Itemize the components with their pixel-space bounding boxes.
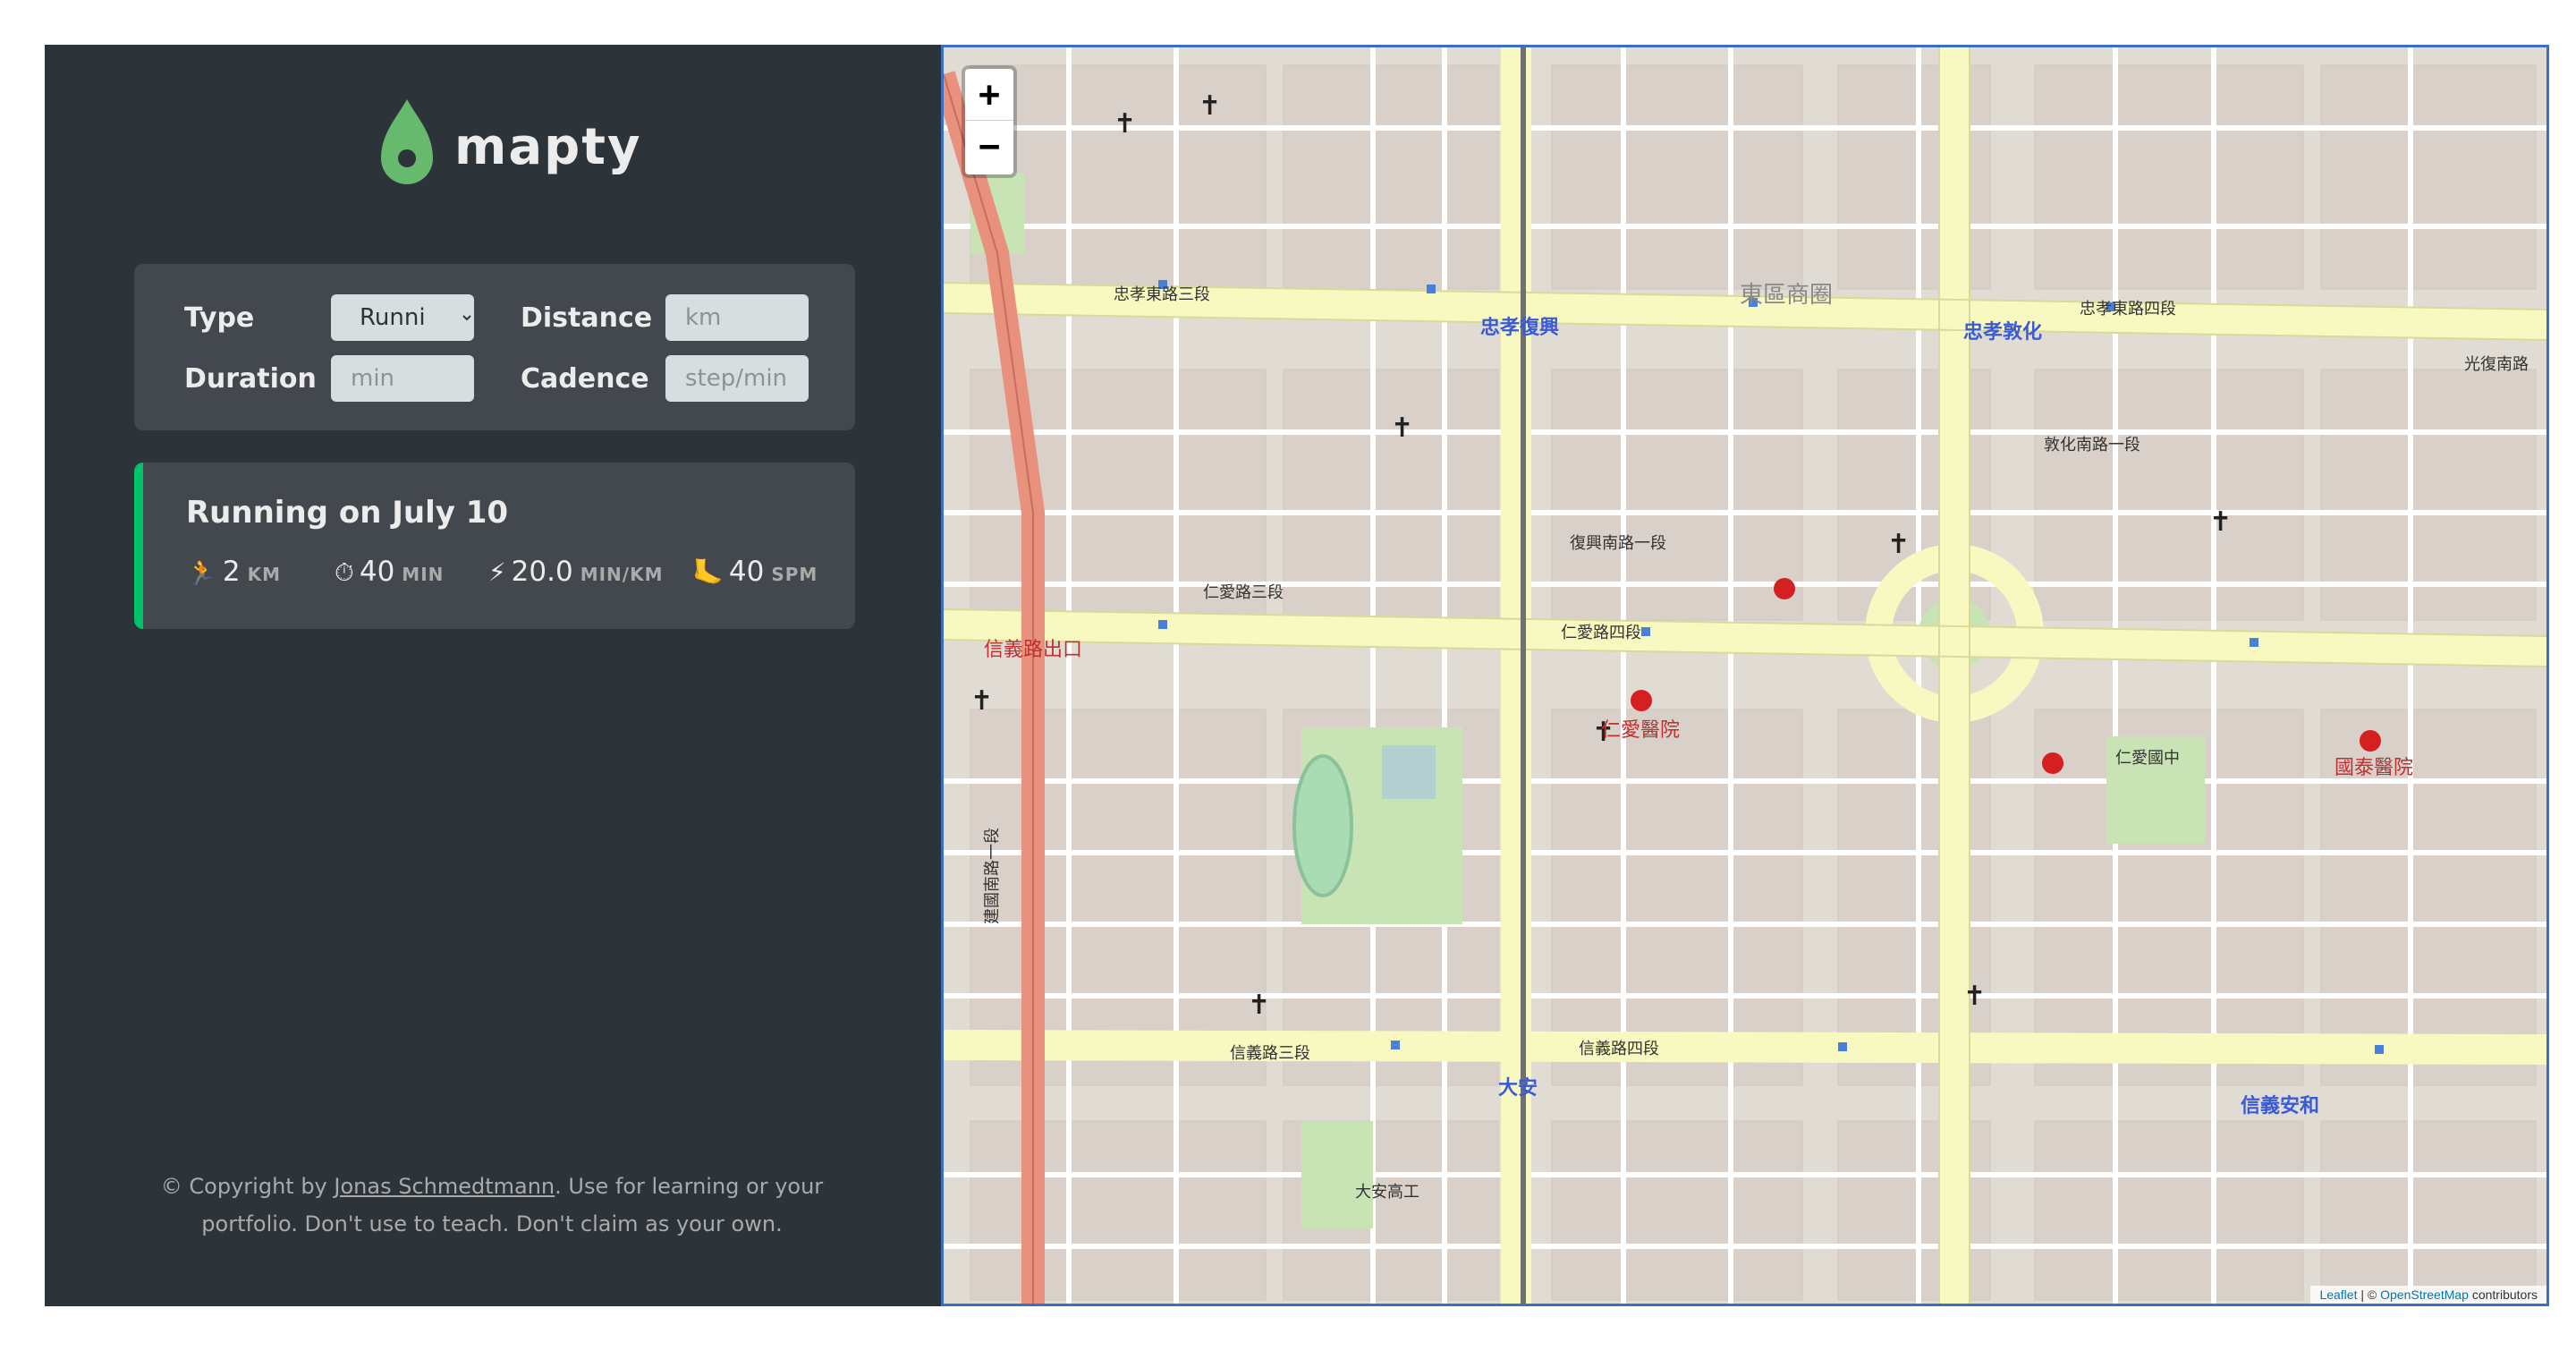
attribution-suffix: contributors — [2468, 1287, 2538, 1302]
type-label: Type — [184, 302, 255, 334]
map-tiles[interactable]: ✝✝✝ ✝✝✝ ✝✝✝ 忠孝東路三段 忠孝東路四段 仁愛路三段 仁愛路四段 信義… — [944, 47, 2546, 1304]
duration-input[interactable] — [331, 355, 474, 402]
map-label: 東區商圈 — [1740, 282, 1833, 309]
cadence-unit: SPM — [771, 564, 818, 585]
map-pin-icon — [381, 99, 433, 184]
map-label: 信義路出口 — [984, 639, 1082, 661]
map-label: 仁愛國中 — [2115, 749, 2180, 768]
app-root: mapty Type Runni Distance Duration Caden… — [45, 45, 2549, 1306]
distance-value: 2 — [222, 556, 241, 588]
duration-label: Duration — [184, 362, 317, 395]
map-label: 建國南路一段 — [983, 828, 1002, 924]
distance-unit: KM — [247, 564, 282, 585]
attribution-separator: | © — [2357, 1287, 2381, 1302]
map[interactable]: ✝ ✝ ✝ ✝ ✝ ✝ ✝ ✝ ✝ 忠孝東路三段 忠孝東路四段 仁愛路三段 仁愛路四段 信義… — [941, 45, 2549, 1306]
svg-text:✝: ✝ — [1248, 990, 1270, 1021]
map-label: 國泰醫院 — [2334, 757, 2413, 779]
map-label: 復興南路一段 — [1570, 534, 1666, 553]
workout-details: 🏃 2 KM ⏱ 40 MIN ⚡ 20.0 MIN/KM 🦶 40 SPM — [186, 556, 855, 588]
map-label: 信義安和 — [2241, 1094, 2319, 1117]
pace-unit: MIN/KM — [580, 564, 664, 585]
cadence-value: 40 — [728, 556, 765, 588]
map-label: 仁愛路四段 — [1561, 624, 1641, 642]
copyright: © Copyright by Jonas Schmedtmann. Use fo… — [152, 1168, 832, 1243]
zoom-in-button[interactable]: + — [965, 69, 1013, 121]
map-label: 光復南路 — [2464, 355, 2529, 374]
copyright-prefix: © Copyright by — [160, 1174, 335, 1199]
map-label: 忠孝東路三段 — [1114, 285, 1210, 304]
leaflet-link[interactable]: Leaflet — [2319, 1287, 2357, 1302]
map-label: 仁愛醫院 — [1601, 719, 1680, 742]
cadence-label: Cadence — [521, 362, 649, 395]
svg-text:✝: ✝ — [1887, 529, 1910, 560]
map-label: 仁愛路三段 — [1203, 583, 1284, 602]
svg-text:✝: ✝ — [970, 685, 993, 717]
logo: mapty — [377, 98, 642, 196]
type-select[interactable]: Runni — [331, 294, 474, 341]
map-label: 大安 — [1498, 1076, 1538, 1100]
footprint-icon: 🦶 — [692, 557, 724, 587]
cadence-input[interactable] — [665, 355, 809, 402]
workout-title: Running on July 10 — [186, 495, 509, 531]
runner-icon: 🏃 — [186, 557, 217, 587]
duration-value: 40 — [359, 556, 395, 588]
workout-form: Type Runni Distance Duration Cadence — [134, 264, 855, 430]
brand-name: mapty — [454, 117, 642, 176]
map-label: 信義路三段 — [1230, 1044, 1310, 1063]
workout-card[interactable]: Running on July 10 🏃 2 KM ⏱ 40 MIN ⚡ 20.… — [134, 463, 855, 629]
sidebar: mapty Type Runni Distance Duration Caden… — [45, 45, 941, 1306]
osm-link[interactable]: OpenStreetMap — [2380, 1287, 2469, 1302]
workout-pace: ⚡ 20.0 MIN/KM — [488, 556, 692, 588]
svg-text:✝: ✝ — [1391, 412, 1413, 444]
zoom-control: + − — [962, 65, 1017, 178]
map-label: 忠孝復興 — [1480, 316, 1559, 339]
duration-unit: MIN — [402, 564, 445, 585]
lightning-icon: ⚡ — [488, 557, 506, 587]
author-link[interactable]: Jonas Schmedtmann — [334, 1174, 555, 1199]
map-label: 信義路四段 — [1579, 1040, 1659, 1058]
distance-input[interactable] — [665, 294, 809, 341]
workout-distance: 🏃 2 KM — [186, 556, 335, 588]
workout-duration: ⏱ 40 MIN — [335, 556, 488, 588]
map-label: 忠孝敦化 — [1963, 320, 2042, 344]
svg-text:✝: ✝ — [1114, 108, 1136, 140]
svg-text:✝: ✝ — [1963, 981, 1986, 1012]
map-label: 忠孝東路四段 — [2080, 300, 2176, 319]
distance-label: Distance — [521, 302, 653, 334]
map-label: 大安高工 — [1355, 1183, 1419, 1202]
svg-text:✝: ✝ — [2209, 506, 2232, 538]
workout-cadence: 🦶 40 SPM — [692, 556, 818, 588]
map-label: 敦化南路一段 — [2044, 436, 2140, 455]
pace-value: 20.0 — [511, 556, 573, 588]
stopwatch-icon: ⏱ — [335, 557, 354, 587]
zoom-out-button[interactable]: − — [965, 121, 1013, 173]
map-attribution: Leaflet | © OpenStreetMap contributors — [2310, 1286, 2546, 1304]
svg-text:✝: ✝ — [1199, 90, 1221, 122]
